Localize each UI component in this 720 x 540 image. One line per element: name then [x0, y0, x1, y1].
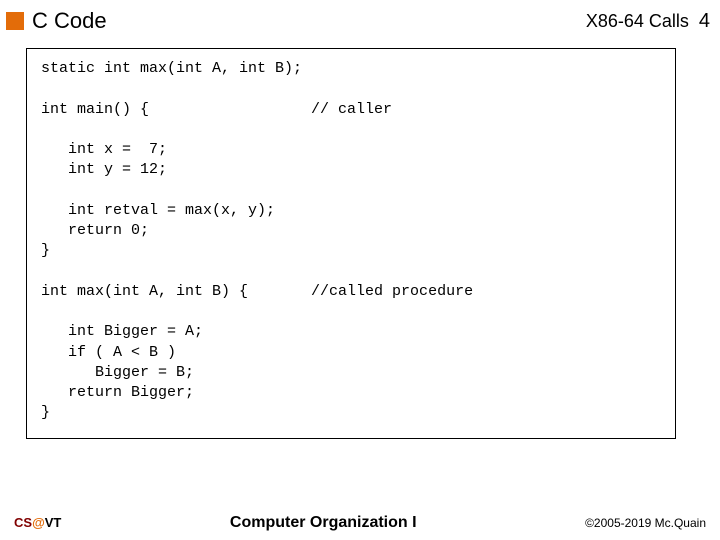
footer-left: CS@VT — [14, 515, 61, 530]
footer-center: Computer Organization I — [61, 514, 585, 532]
code-line: static int max(int A, int B); — [41, 60, 302, 77]
footer-vt: VT — [45, 515, 62, 530]
slide-footer: CS@VT Computer Organization I ©2005-2019… — [0, 514, 720, 532]
code-line: } — [41, 242, 50, 259]
code-line: int x = 7; — [41, 141, 167, 158]
code-box: static int max(int A, int B); int main()… — [26, 48, 676, 439]
slide-header: C Code X86-64 Calls 4 — [0, 0, 720, 42]
code-line: Bigger = B; — [41, 364, 194, 381]
footer-right: ©2005-2019 Mc.Quain — [585, 516, 706, 530]
code-line: int max(int A, int B) { //called procedu… — [41, 283, 473, 300]
code-line: return Bigger; — [41, 384, 194, 401]
code-line: int retval = max(x, y); — [41, 202, 275, 219]
code-line: int Bigger = A; — [41, 323, 203, 340]
code-line: if ( A < B ) — [41, 344, 176, 361]
footer-cs: CS — [14, 515, 32, 530]
code-line: return 0; — [41, 222, 149, 239]
slide: C Code X86-64 Calls 4 static int max(int… — [0, 0, 720, 540]
code-line: } — [41, 404, 50, 421]
slide-topic: X86-64 Calls — [586, 11, 689, 32]
code-line: int y = 12; — [41, 161, 167, 178]
code-line: int main() { // caller — [41, 101, 392, 118]
slide-title: C Code — [32, 8, 107, 34]
bullet-icon — [6, 12, 24, 30]
footer-at: @ — [32, 515, 45, 530]
slide-page-number: 4 — [699, 10, 710, 33]
